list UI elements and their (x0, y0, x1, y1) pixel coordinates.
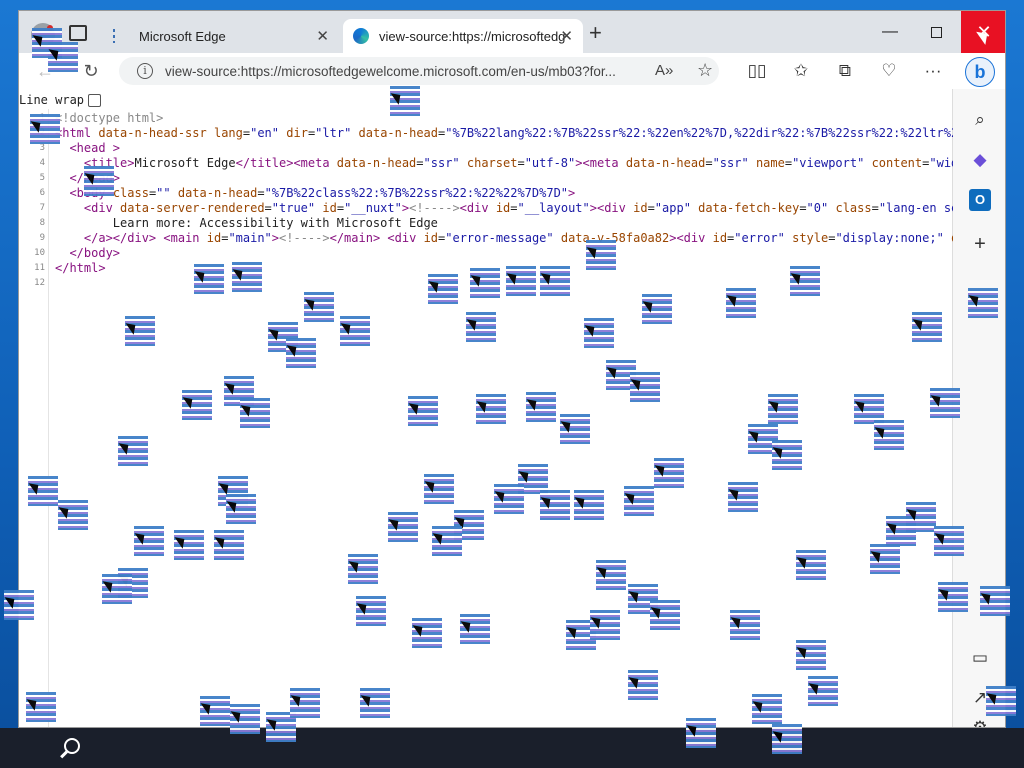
view-source-content: Line wrap 1 <!doctype html> 2 <html data-n-… (19, 89, 966, 727)
browser-toolbar: ← ↻ i view-source:https://microsoftedgew… (19, 53, 1005, 89)
address-bar[interactable]: i view-source:https://microsoftedgewelco… (119, 57, 719, 85)
tab-separator (113, 29, 115, 43)
line-number: 3 (39, 143, 45, 153)
source-line: Learn more: Accessibility with Microsoft… (55, 216, 438, 230)
tab-microsoft-edge[interactable]: Microsoft Edge ✕ (105, 19, 339, 53)
line-number: 11 (34, 263, 45, 273)
line-wrap-toggle[interactable]: Line wrap (19, 93, 102, 107)
source-line: </a></div> <main id="main"><!----></main… (83, 231, 966, 245)
line-number: 8 (39, 218, 45, 228)
maximize-icon (930, 26, 942, 38)
line-number: 5 (39, 173, 45, 183)
add-icon[interactable]: + (969, 233, 991, 255)
source-line: <title>Microsoft Edge</title><meta data-… (83, 156, 966, 170)
read-aloud-icon[interactable]: A» (655, 62, 673, 79)
settings-icon[interactable]: ⚙ (969, 717, 991, 727)
search-icon[interactable]: ⌕ (969, 109, 991, 131)
search-handle (60, 750, 68, 759)
line-number: 2 (39, 128, 45, 138)
site-info-icon[interactable]: i (137, 63, 153, 79)
line-number: 4 (39, 158, 45, 168)
tab-label: view-source:https://microsoftedg (379, 28, 566, 44)
line-number: 9 (39, 233, 45, 243)
back-arrow-icon[interactable]: ← (33, 59, 57, 83)
refresh-icon[interactable]: ↻ (79, 59, 103, 83)
sidebar-layout-icon[interactable]: ▭ (969, 647, 991, 669)
tab-label: Microsoft Edge (139, 28, 226, 44)
line-number: 7 (39, 203, 45, 213)
source-line: <html data-n-head-ssr lang="en" dir="ltr… (55, 126, 966, 140)
line-number: 1 (39, 113, 45, 123)
profile-notification-dot (47, 25, 53, 31)
line-number: 10 (34, 248, 45, 258)
tab-close-icon[interactable]: ✕ (316, 27, 329, 45)
source-line: </head> (69, 171, 121, 185)
outlook-icon[interactable]: O (969, 189, 991, 211)
edge-window: Microsoft Edge ✕ view-source:https://mic… (18, 10, 1006, 728)
favorites-icon[interactable]: ✩ (791, 61, 811, 81)
collections-icon[interactable]: ⧉ (835, 61, 855, 81)
tab-close-icon[interactable]: ✕ (560, 27, 573, 45)
search-icon[interactable] (58, 736, 84, 762)
maximize-button[interactable] (913, 11, 959, 53)
minimize-button[interactable]: — (867, 11, 913, 53)
source-line: </body> (69, 246, 121, 260)
source-line: <body class="" data-n-head="%7B%22class%… (69, 186, 576, 200)
source-line: </html> (55, 261, 106, 275)
split-screen-icon[interactable]: ▯▯ (747, 61, 767, 81)
favorite-star-icon[interactable]: ☆ (697, 60, 713, 81)
external-link-icon[interactable]: ↗ (969, 687, 991, 709)
more-options-icon[interactable]: ··· (923, 61, 943, 81)
address-text: view-source:https://microsoftedgewelcome… (165, 63, 616, 79)
tab-view-source[interactable]: view-source:https://microsoftedg ✕ (343, 19, 583, 53)
source-line: <!doctype html> (55, 111, 164, 125)
source-line: <head > (69, 141, 121, 155)
tab-strip: Microsoft Edge ✕ view-source:https://mic… (19, 11, 1005, 53)
taskbar (0, 728, 1024, 768)
line-number-gutter (19, 109, 49, 727)
line-number: 12 (34, 278, 45, 288)
line-wrap-checkbox[interactable] (88, 93, 102, 107)
source-line: <div data-server-rendered="true" id="__n… (83, 201, 966, 215)
line-number: 6 (39, 188, 45, 198)
copilot-icon[interactable]: ◆ (969, 149, 991, 171)
edge-sidebar: ⌕ ◆ O + ▭ ↗ ⚙ (953, 89, 1005, 727)
line-wrap-label: Line wrap (19, 93, 85, 107)
bing-copilot-icon[interactable]: b (965, 57, 995, 87)
new-tab-button[interactable]: + (589, 22, 602, 44)
edge-favicon-icon (353, 28, 369, 44)
tab-actions-icon[interactable] (69, 25, 87, 41)
performance-icon[interactable]: ♡ (879, 61, 899, 81)
